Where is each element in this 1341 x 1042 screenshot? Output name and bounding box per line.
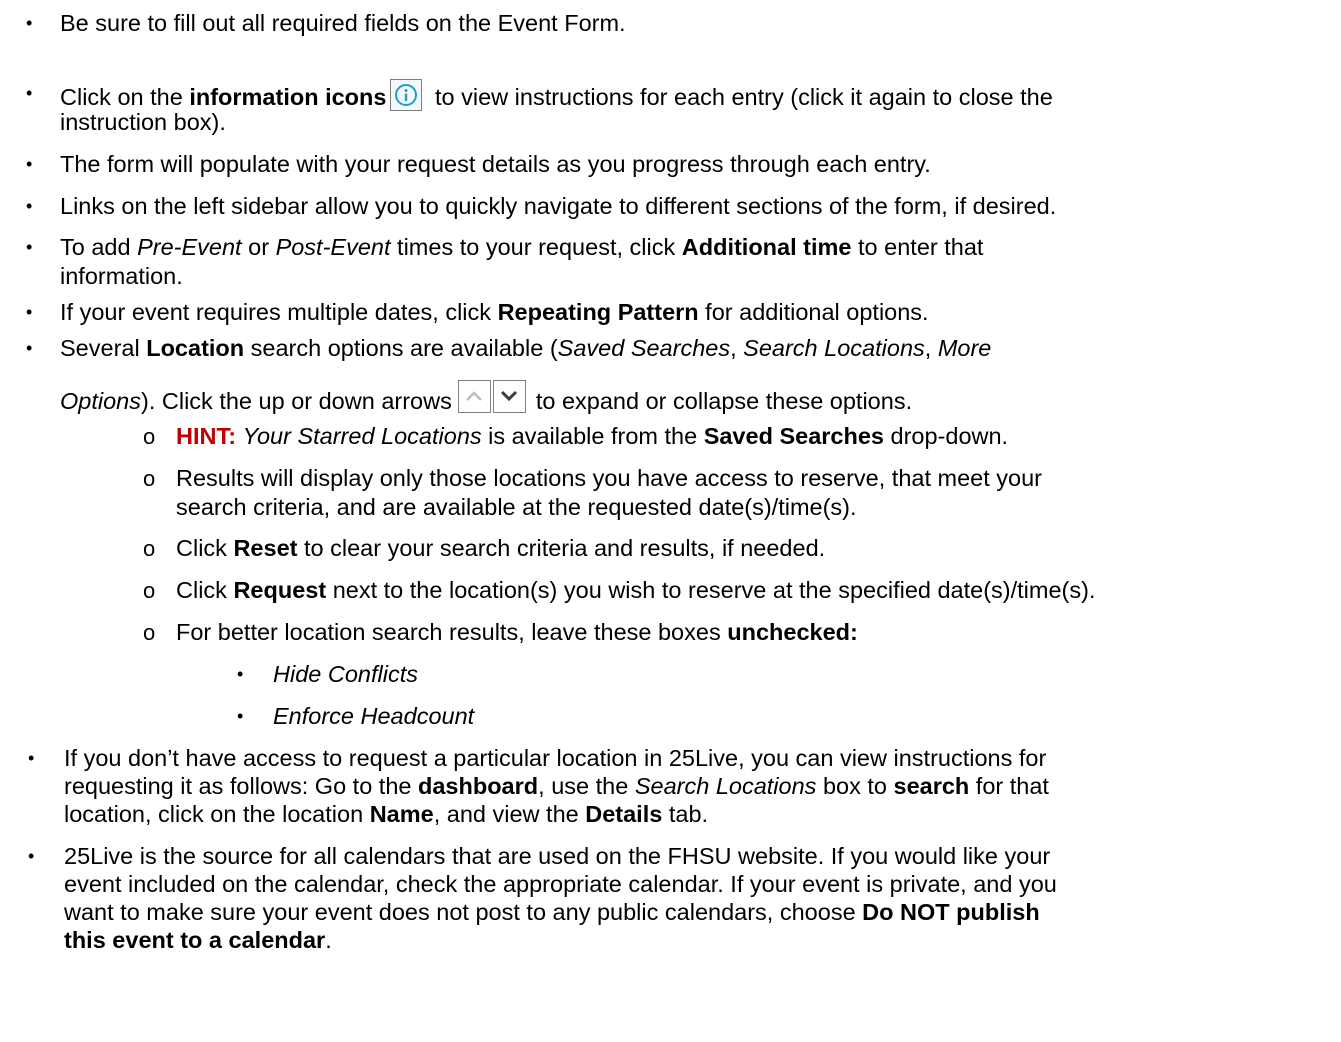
bullet-circle: o bbox=[143, 536, 156, 561]
chevron-down-icon bbox=[492, 380, 526, 413]
bullet-dot: • bbox=[26, 237, 33, 257]
bullet-circle: o bbox=[143, 578, 156, 603]
expand-collapse-arrows bbox=[457, 380, 526, 416]
bullet-dot: • bbox=[237, 664, 244, 684]
bullet-dot: • bbox=[26, 154, 33, 174]
bullet-dot: • bbox=[28, 846, 35, 866]
bullet-dot: • bbox=[26, 338, 33, 358]
bullet-dot: • bbox=[26, 302, 33, 322]
instructions-page: • Be sure to fill out all required field… bbox=[26, 10, 1096, 953]
bullet-circle: o bbox=[143, 466, 156, 491]
bullet-dot: • bbox=[26, 13, 33, 33]
bullet-dot: • bbox=[26, 83, 33, 103]
bullet-circle: o bbox=[143, 424, 156, 449]
chevron-up-icon bbox=[457, 380, 491, 413]
bullet-dot: • bbox=[237, 706, 244, 726]
bullet-circle: o bbox=[143, 620, 156, 645]
bullet-dot: • bbox=[28, 748, 35, 768]
bullet-dot: • bbox=[26, 196, 33, 216]
information-icon bbox=[390, 79, 423, 111]
